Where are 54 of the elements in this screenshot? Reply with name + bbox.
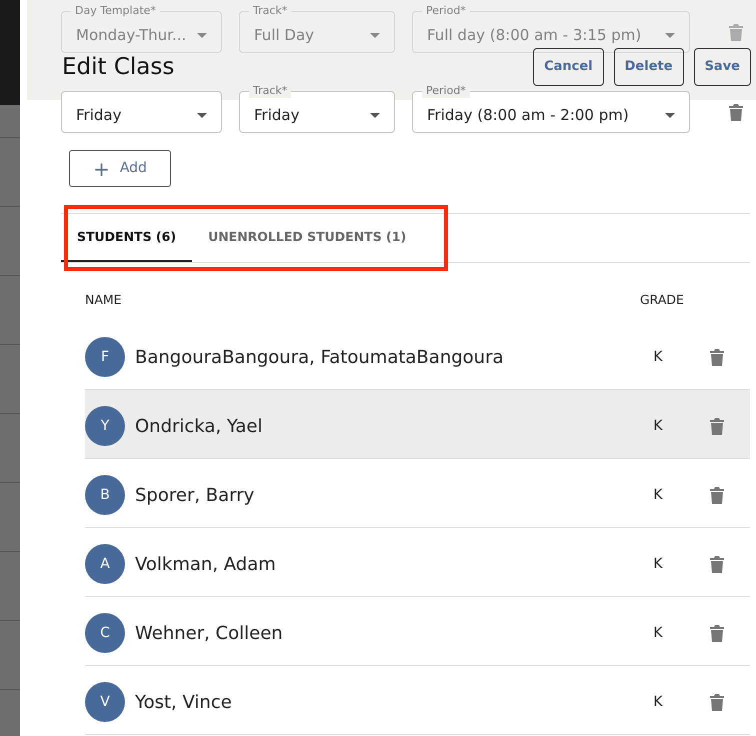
caret-icon	[370, 32, 380, 38]
caret-icon	[197, 32, 207, 38]
grade-cell-text: K	[652, 416, 664, 436]
avatar: V	[85, 682, 125, 722]
select-value: Friday	[254, 104, 300, 126]
grade-cell-text: K	[652, 624, 664, 642]
header-button[interactable]: Cancel	[533, 48, 604, 86]
select-value: Friday (8:00 am - 2:00 pm)	[427, 104, 629, 126]
caret-icon	[370, 112, 380, 118]
tab[interactable]: STUDENTS (6)	[61, 214, 192, 262]
trash-icon[interactable]	[710, 348, 724, 366]
modal-title: Edit Class	[62, 54, 174, 82]
student-name: BangouraBangoura, FatoumataBangoura	[135, 346, 504, 370]
select-value: Monday-Thur...	[76, 24, 186, 46]
table-row[interactable]: B Sporer, Barry K	[85, 459, 750, 528]
grade-cell-text: K	[652, 486, 664, 504]
tab[interactable]: UNENROLLED STUDENTS (1)	[192, 214, 422, 262]
add-button[interactable]: + Add	[69, 150, 171, 187]
table-row[interactable]: V Yost, Vince K	[85, 666, 750, 735]
avatar: A	[85, 544, 125, 584]
column-header: GRADE	[640, 291, 685, 309]
avatar: B	[85, 475, 125, 515]
student-name: Wehner, Colleen	[135, 622, 283, 646]
header-button[interactable]: Delete	[614, 48, 684, 86]
student-name: Yost, Vince	[135, 690, 232, 714]
column-header: NAME	[85, 291, 122, 309]
trash-icon[interactable]	[710, 418, 724, 434]
grade-cell-text: K	[652, 348, 664, 366]
avatar: F	[85, 337, 125, 377]
header-button[interactable]: Save	[694, 48, 751, 86]
field-label: Period*	[422, 84, 470, 98]
trash-icon[interactable]	[710, 556, 724, 572]
table-row[interactable]: C Wehner, Colleen K	[85, 597, 750, 666]
trash-icon[interactable]	[729, 104, 743, 120]
student-name: Volkman, Adam	[135, 552, 276, 576]
grade-cell-text: K	[652, 692, 664, 712]
trash-icon[interactable]	[710, 486, 724, 504]
caret-icon	[665, 112, 675, 118]
grade-cell-text: K	[652, 554, 664, 574]
trash-icon[interactable]	[710, 694, 724, 710]
avatar: Y	[85, 406, 125, 446]
field-label: Day Template*	[71, 4, 160, 18]
avatar: C	[85, 613, 125, 653]
trash-icon[interactable]	[710, 624, 724, 642]
student-name: Ondricka, Yael	[135, 414, 263, 438]
table-row[interactable]: Y Ondricka, Yael K	[85, 390, 750, 459]
select-value: Full Day	[254, 24, 314, 46]
caret-icon	[197, 112, 207, 118]
field-label: Track*	[249, 84, 292, 98]
table-row[interactable]: A Volkman, Adam K	[85, 528, 750, 597]
caret-icon	[665, 32, 675, 38]
select-value: Friday	[76, 104, 122, 126]
student-name: Sporer, Barry	[135, 484, 254, 508]
select-value: Full day (8:00 am - 3:15 pm)	[427, 24, 642, 46]
